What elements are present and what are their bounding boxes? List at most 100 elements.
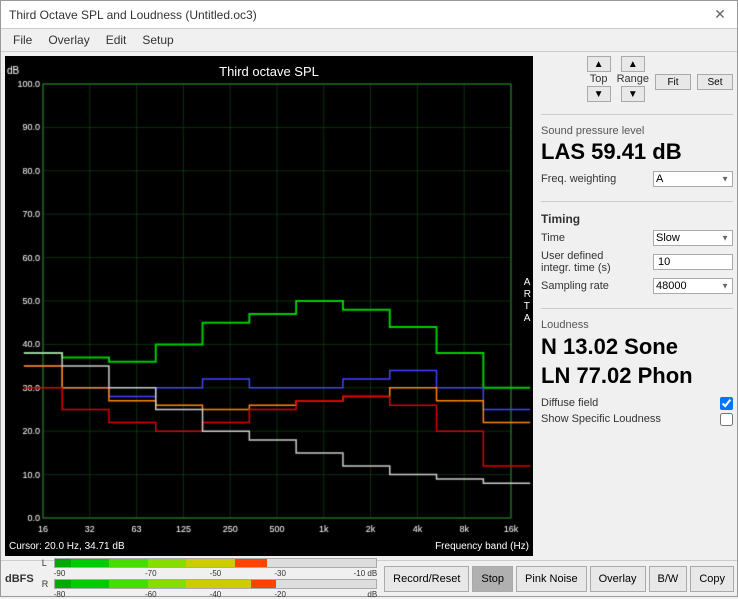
diffuse-field-label: Diffuse field bbox=[541, 397, 598, 409]
main-window: Third Octave SPL and Loudness (Untitled.… bbox=[0, 0, 738, 597]
main-content: Third octave SPL ARTA Cursor: 20.0 Hz, 3… bbox=[1, 52, 737, 560]
freq-weighting-label: Freq. weighting bbox=[541, 173, 616, 185]
nav-controls: ▲ Top ▼ ▲ Range ▼ Fit Set bbox=[541, 56, 733, 102]
fit-nav-group: Fit bbox=[655, 56, 691, 102]
freq-weighting-select[interactable]: A B C Z bbox=[653, 171, 733, 187]
loudness-section: Loudness N 13.02 Sone LN 77.02 Phon Diff… bbox=[541, 319, 733, 428]
sampling-rate-row: Sampling rate 48000 44100 96000 bbox=[541, 278, 733, 294]
set-nav-group: Set bbox=[697, 56, 733, 102]
l-green-2 bbox=[71, 559, 110, 567]
divider-2 bbox=[541, 201, 733, 202]
tick-r-80: -80 bbox=[54, 590, 119, 599]
l-channel-label: L bbox=[42, 558, 52, 568]
user-defined-row: User defined integr. time (s) bbox=[541, 250, 733, 274]
r-green-3 bbox=[109, 580, 148, 588]
status-bar: dBFS L -90 -70 -50 -30 bbox=[1, 560, 737, 596]
show-specific-row: Show Specific Loudness bbox=[541, 413, 733, 426]
time-row: Time Slow Fast bbox=[541, 230, 733, 246]
window-title: Third Octave SPL and Loudness (Untitled.… bbox=[9, 8, 257, 22]
sampling-rate-wrapper: 48000 44100 96000 bbox=[653, 278, 733, 294]
action-buttons: Record/Reset Stop Pink Noise Overlay B/W… bbox=[381, 561, 737, 596]
top-nav-group: ▲ Top ▼ bbox=[587, 56, 611, 102]
tick-r-40: -40 bbox=[183, 590, 248, 599]
user-defined-label: User defined integr. time (s) bbox=[541, 250, 611, 274]
spl-section-label: Sound pressure level bbox=[541, 125, 733, 137]
record-reset-button[interactable]: Record/Reset bbox=[384, 566, 469, 592]
l-yellow bbox=[186, 559, 234, 567]
copy-button[interactable]: Copy bbox=[690, 566, 734, 592]
top-label: Top bbox=[590, 73, 608, 85]
range-down-button[interactable]: ▼ bbox=[621, 86, 645, 102]
diffuse-field-checkbox[interactable] bbox=[720, 397, 733, 410]
time-select-wrapper: Slow Fast bbox=[653, 230, 733, 246]
menu-file[interactable]: File bbox=[5, 31, 40, 49]
sampling-rate-select[interactable]: 48000 44100 96000 bbox=[653, 278, 733, 294]
bw-button[interactable]: B/W bbox=[649, 566, 688, 592]
menu-overlay[interactable]: Overlay bbox=[40, 31, 97, 49]
tick-10: -10 dB bbox=[312, 569, 377, 578]
timing-section: Timing Time Slow Fast User defined integ… bbox=[541, 212, 733, 298]
l-green-4 bbox=[148, 559, 187, 567]
spl-section: Sound pressure level LAS 59.41 dB Freq. … bbox=[541, 125, 733, 191]
range-nav-group: ▲ Range ▼ bbox=[617, 56, 649, 102]
top-down-button[interactable]: ▼ bbox=[587, 86, 611, 102]
loudness-section-label: Loudness bbox=[541, 319, 733, 331]
menu-bar: File Overlay Edit Setup bbox=[1, 29, 737, 52]
chart-canvas bbox=[5, 56, 533, 556]
menu-setup[interactable]: Setup bbox=[134, 31, 181, 49]
right-panel: ▲ Top ▼ ▲ Range ▼ Fit Set bbox=[537, 52, 737, 560]
l-red bbox=[235, 559, 267, 567]
close-button[interactable]: ✕ bbox=[711, 6, 729, 24]
time-label: Time bbox=[541, 232, 565, 244]
tick-30: -30 bbox=[248, 569, 313, 578]
timing-section-label: Timing bbox=[541, 212, 733, 226]
tick-r-60: -60 bbox=[118, 590, 183, 599]
show-specific-label: Show Specific Loudness bbox=[541, 413, 661, 425]
divider-1 bbox=[541, 114, 733, 115]
r-meter-track bbox=[54, 579, 377, 589]
title-bar: Third Octave SPL and Loudness (Untitled.… bbox=[1, 1, 737, 29]
menu-edit[interactable]: Edit bbox=[98, 31, 135, 49]
r-red bbox=[251, 580, 277, 588]
arta-label: ARTA bbox=[524, 277, 531, 325]
spl-value: LAS 59.41 dB bbox=[541, 139, 733, 165]
r-channel-label: R bbox=[42, 579, 52, 589]
show-specific-checkbox[interactable] bbox=[720, 413, 733, 426]
pink-noise-button[interactable]: Pink Noise bbox=[516, 566, 587, 592]
fit-button[interactable]: Fit bbox=[655, 74, 691, 90]
tick-90: -90 bbox=[54, 569, 119, 578]
chart-bottom-info: Cursor: 20.0 Hz, 34.71 dB Frequency band… bbox=[5, 539, 533, 554]
dbfs-label: dBFS bbox=[1, 561, 38, 596]
l-green-1 bbox=[55, 559, 71, 567]
freq-label: Frequency band (Hz) bbox=[435, 541, 529, 552]
r-yellow bbox=[186, 580, 250, 588]
set-button[interactable]: Set bbox=[697, 74, 733, 90]
user-defined-input[interactable] bbox=[653, 254, 733, 270]
chart-title: Third octave SPL bbox=[5, 60, 533, 83]
sampling-rate-label: Sampling rate bbox=[541, 280, 609, 292]
chart-area: Third octave SPL ARTA Cursor: 20.0 Hz, 3… bbox=[5, 56, 533, 556]
l-meter-track bbox=[54, 558, 377, 568]
l-green-3 bbox=[109, 559, 148, 567]
r-green-4 bbox=[148, 580, 187, 588]
r-green-1 bbox=[55, 580, 71, 588]
tick-50: -50 bbox=[183, 569, 248, 578]
cursor-info: Cursor: 20.0 Hz, 34.71 dB bbox=[9, 541, 125, 552]
r-green-2 bbox=[71, 580, 110, 588]
ln-value: LN 77.02 Phon bbox=[541, 362, 733, 391]
l-meter-row: L bbox=[42, 558, 377, 568]
range-up-button[interactable]: ▲ bbox=[621, 56, 645, 72]
r-meter-row: R bbox=[42, 579, 377, 589]
top-up-button[interactable]: ▲ bbox=[587, 56, 611, 72]
time-select[interactable]: Slow Fast bbox=[653, 230, 733, 246]
freq-weighting-row: Freq. weighting A B C Z bbox=[541, 171, 733, 187]
tick-r-20: -20 bbox=[248, 590, 313, 599]
diffuse-field-row: Diffuse field bbox=[541, 397, 733, 410]
freq-weighting-wrapper: A B C Z bbox=[653, 171, 733, 187]
overlay-button[interactable]: Overlay bbox=[590, 566, 646, 592]
stop-button[interactable]: Stop bbox=[472, 566, 513, 592]
tick-r-db: dB bbox=[312, 590, 377, 599]
n-value: N 13.02 Sone bbox=[541, 333, 733, 362]
tick-70: -70 bbox=[118, 569, 183, 578]
range-label: Range bbox=[617, 73, 649, 85]
